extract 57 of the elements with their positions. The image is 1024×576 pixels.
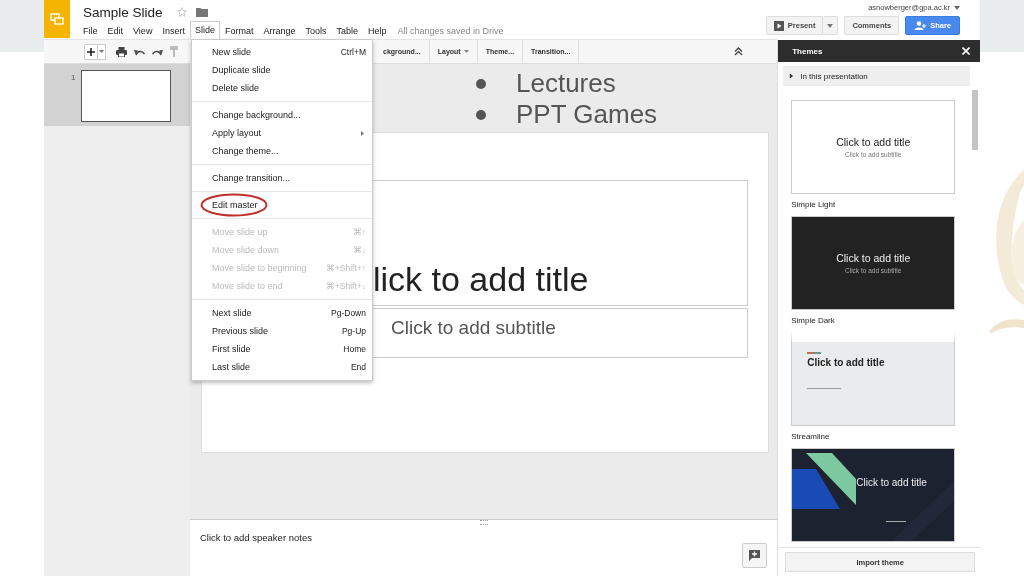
caret-icon [827, 23, 834, 28]
bullet-item: Lectures [476, 68, 658, 99]
slide-number: 1 [71, 73, 77, 82]
theme-section-toggle[interactable]: In this presentation [783, 66, 970, 86]
menu-item[interactable]: Insert [157, 23, 190, 38]
theme-name: Simple Dark [791, 316, 836, 326]
menu-item[interactable]: Edit [102, 23, 129, 38]
collapse-icon[interactable] [734, 47, 744, 56]
add-comment-icon [749, 550, 761, 561]
play-icon [773, 20, 784, 31]
menu-option[interactable]: Change transition... [192, 169, 372, 187]
theme-name: Streamline [791, 432, 831, 442]
redo-icon[interactable] [152, 47, 163, 56]
menu-option[interactable]: First slide Home [192, 340, 372, 358]
star-icon[interactable] [176, 7, 187, 17]
new-slide-button[interactable] [84, 43, 98, 60]
undo-icon[interactable] [134, 47, 145, 56]
add-comment-button[interactable] [742, 543, 768, 568]
panel-title: Themes [792, 46, 823, 56]
menu-item[interactable]: Table [331, 23, 363, 38]
caret-icon [789, 73, 795, 79]
caret-icon[interactable] [954, 5, 960, 10]
add-person-icon [914, 21, 927, 30]
menu-option[interactable]: Previous slide Pg-Up [192, 322, 372, 340]
bullet-item: PPT Games [476, 99, 658, 130]
menu-option[interactable]: Apply layout [192, 124, 372, 142]
menu-option[interactable]: Last slide End [192, 358, 372, 376]
menu-option[interactable]: Edit master [192, 196, 372, 214]
new-slide-options-button[interactable] [98, 43, 106, 60]
resize-handle[interactable] [480, 520, 488, 525]
document-title[interactable]: Sample Slide [83, 4, 163, 20]
save-status: All changes saved in Drive [397, 25, 504, 36]
theme-thumbnail[interactable]: Click to add title [791, 332, 956, 426]
theme-name: Simple Light [791, 200, 837, 210]
menu-option[interactable]: Next slide Pg-Down [192, 304, 372, 322]
menu-option[interactable]: New slide Ctrl+M [192, 43, 372, 61]
print-icon[interactable] [116, 46, 127, 57]
menu-item[interactable]: Arrange [258, 23, 301, 38]
menu-option[interactable]: Change theme... [192, 142, 372, 160]
present-options-button[interactable] [823, 16, 839, 35]
menu-item[interactable]: Help [363, 23, 392, 38]
speaker-notes-field[interactable]: Click to add speaker notes [200, 532, 768, 543]
menu-item[interactable]: Format [219, 23, 259, 38]
menu-option[interactable]: Change background... [192, 106, 372, 124]
subtitle-placeholder[interactable]: Click to add subtitle [370, 308, 748, 358]
filmstrip-slide[interactable]: 1 [44, 64, 190, 126]
plus-icon [87, 47, 95, 56]
menu-item[interactable]: View [128, 23, 158, 38]
folder-icon[interactable] [195, 7, 208, 17]
caret-icon [99, 50, 104, 53]
slide-thumbnail[interactable] [81, 70, 171, 122]
close-icon[interactable] [962, 47, 970, 55]
menu-option[interactable]: Duplicate slide [192, 61, 372, 79]
theme-thumbnail[interactable]: Click to add title [791, 448, 956, 542]
menu-option[interactable]: Delete slide [192, 79, 372, 97]
menu-item[interactable]: File [83, 23, 103, 38]
menu-item[interactable]: Tools [300, 23, 332, 38]
